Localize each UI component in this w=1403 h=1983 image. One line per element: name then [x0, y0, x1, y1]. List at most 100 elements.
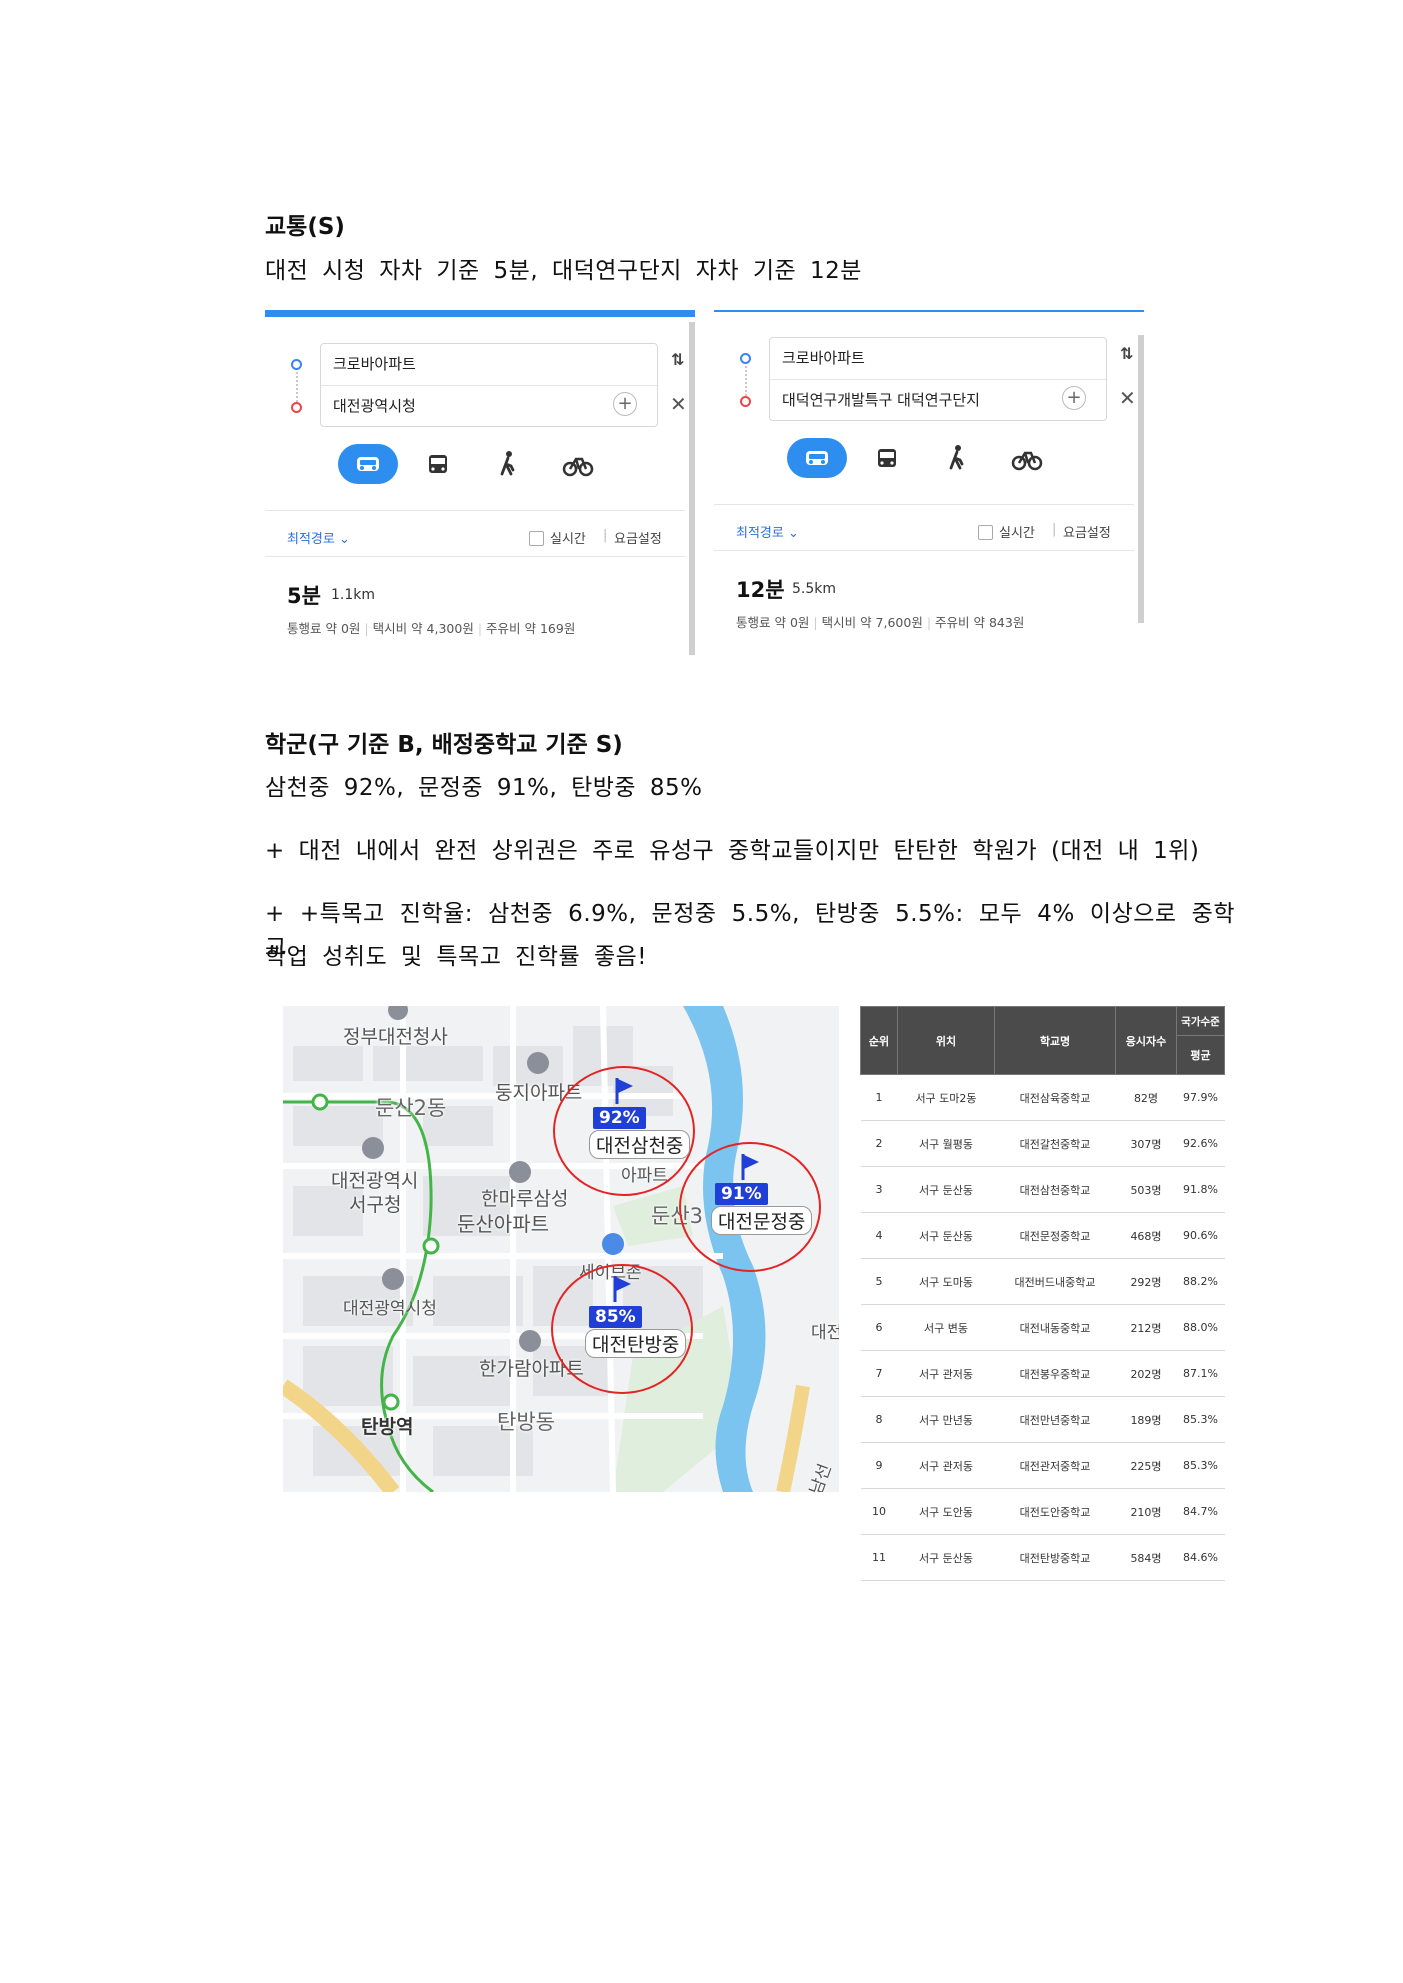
table-cell-school: 대전삼천중학교: [994, 1166, 1116, 1213]
col-avg: 평균: [1176, 1035, 1225, 1075]
table-cell-location: 서구 둔산동: [897, 1212, 995, 1259]
destination-field[interactable]: 대덕연구개발특구 대덕연구단지: [770, 379, 1106, 420]
table-cell-rank: 2: [860, 1120, 898, 1167]
table-cell-avg: 85.3%: [1176, 1442, 1225, 1489]
bike-mode-button[interactable]: [548, 444, 608, 484]
route-input-box: 크로바아파트 대덕연구개발특구 대덕연구단지: [769, 337, 1107, 421]
table-row: 11 서구 둔산동 대전탄방중학교 584명 84.6%: [860, 1534, 1225, 1581]
table-cell-count: 292명: [1115, 1258, 1177, 1305]
walk-mode-button[interactable]: [927, 438, 987, 478]
table-cell-location: 서구 도안동: [897, 1488, 995, 1535]
table-cell-school: 대전내동중학교: [994, 1304, 1116, 1351]
table-cell-rank: 4: [860, 1212, 898, 1259]
school-rate-marker[interactable]: 92%: [593, 1107, 646, 1129]
table-cell-avg: 88.2%: [1176, 1258, 1225, 1305]
bike-icon: [562, 457, 594, 477]
swap-icon[interactable]: ⇅: [1120, 344, 1133, 363]
bus-mode-button[interactable]: [408, 444, 468, 484]
close-icon[interactable]: ✕: [670, 392, 687, 416]
cost-summary: 통행료 약 0원 | 택시비 약 7,600원 | 주유비 약 843원: [736, 615, 1025, 630]
car-mode-button[interactable]: [787, 438, 847, 478]
table-cell-count: 210명: [1115, 1488, 1177, 1535]
table-cell-count: 82명: [1115, 1074, 1177, 1121]
add-waypoint-icon[interactable]: +: [1062, 386, 1086, 410]
table-cell-school: 대전갈천중학교: [994, 1120, 1116, 1167]
fare-setting-button[interactable]: 요금설정: [614, 528, 662, 547]
route-option-dropdown[interactable]: 최적경로 ⌄: [287, 528, 350, 547]
table-cell-location: 서구 관저동: [897, 1350, 995, 1397]
table-cell-avg: 90.6%: [1176, 1212, 1225, 1259]
car-mode-button[interactable]: [338, 444, 398, 484]
table-cell-school: 대전도안중학교: [994, 1488, 1116, 1535]
school-rate-marker[interactable]: 91%: [715, 1183, 768, 1205]
table-cell-avg: 91.8%: [1176, 1166, 1225, 1213]
walk-icon: [949, 445, 964, 470]
table-row: 8 서구 만년동 대전만년중학교 189명 85.3%: [860, 1396, 1225, 1443]
table-row: 5 서구 도마동 대전버드내중학교 292명 88.2%: [860, 1258, 1225, 1305]
table-cell-location: 서구 변동: [897, 1304, 995, 1351]
flag-icon: [741, 1154, 759, 1180]
map-label: 탄방역: [361, 1416, 414, 1438]
realtime-checkbox[interactable]: [978, 525, 993, 540]
fuel-cost: 주유비 약 169원: [486, 621, 576, 636]
add-waypoint-icon[interactable]: +: [613, 392, 637, 416]
table-cell-avg: 97.9%: [1176, 1074, 1225, 1121]
table-cell-avg: 84.6%: [1176, 1534, 1225, 1581]
table-row: 9 서구 관저동 대전관저중학교 225명 85.3%: [860, 1442, 1225, 1489]
table-cell-rank: 10: [860, 1488, 898, 1535]
table-cell-count: 503명: [1115, 1166, 1177, 1213]
fuel-cost: 주유비 약 843원: [935, 615, 1025, 630]
realtime-label: 실시간: [999, 526, 1035, 541]
swap-icon[interactable]: ⇅: [671, 350, 684, 369]
table-row: 10 서구 도안동 대전도안중학교 210명 84.7%: [860, 1488, 1225, 1535]
table-cell-rank: 8: [860, 1396, 898, 1443]
map-label: 대전광역시청: [343, 1299, 437, 1319]
school-ranking-table: 순위 위치 학교명 응시자수 국가수준 평균 1 서구 도마2동 대전삼육중학교 82…: [860, 1006, 1225, 1581]
table-cell-location: 서구 관저동: [897, 1442, 995, 1489]
route-option-dropdown[interactable]: 최적경로 ⌄: [736, 522, 799, 541]
walk-icon: [500, 451, 515, 476]
origin-dot-icon: [291, 359, 302, 370]
map-label: 서구청: [349, 1194, 402, 1216]
destination-field[interactable]: 대전광역시청: [321, 385, 657, 426]
car-icon: [806, 451, 828, 465]
school-rate-marker[interactable]: 85%: [589, 1306, 642, 1328]
bus-mode-button[interactable]: [857, 438, 917, 478]
table-cell-rank: 11: [860, 1534, 898, 1581]
origin-field[interactable]: 크로바아파트: [321, 344, 657, 384]
table-cell-count: 468명: [1115, 1212, 1177, 1259]
realtime-checkbox[interactable]: [529, 531, 544, 546]
table-cell-rank: 9: [860, 1442, 898, 1489]
table-row: 4 서구 둔산동 대전문정중학교 468명 90.6%: [860, 1212, 1225, 1259]
school-note-academy: + 대전 내에서 완전 상위권은 주로 유성구 중학교들이지만 탄탄한 학원가 …: [265, 838, 1200, 864]
school-name-marker[interactable]: 대전탄방중: [585, 1329, 687, 1358]
scrollbar[interactable]: [1138, 335, 1144, 623]
cost-summary: 통행료 약 0원 | 택시비 약 4,300원 | 주유비 약 169원: [287, 621, 576, 636]
map-label: 둔산아파트: [457, 1212, 549, 1236]
table-cell-location: 서구 도마2동: [897, 1074, 995, 1121]
table-cell-school: 대전관저중학교: [994, 1442, 1116, 1489]
realtime-label: 실시간: [550, 532, 586, 547]
fare-setting-button[interactable]: 요금설정: [1063, 522, 1111, 541]
scrollbar[interactable]: [689, 322, 695, 655]
table-cell-count: 189명: [1115, 1396, 1177, 1443]
school-map[interactable]: 정부대전청사 둥지아파트 둔산2동 대전광역시 서구청 한마루삼성 둔산아파트 …: [283, 1006, 839, 1492]
route-panel-daedeok: 크로바아파트 대덕연구개발특구 대덕연구단지 + ⇅ ✕ 최적경로 ⌄ 실시간 …: [714, 310, 1144, 655]
table-cell-location: 서구 만년동: [897, 1396, 995, 1443]
table-cell-count: 212명: [1115, 1304, 1177, 1351]
walk-mode-button[interactable]: [478, 444, 538, 484]
destination-dot-icon: [740, 396, 751, 407]
school-name-marker[interactable]: 대전삼천중: [589, 1130, 691, 1159]
table-cell-school: 대전문정중학교: [994, 1212, 1116, 1259]
close-icon[interactable]: ✕: [1119, 386, 1136, 410]
bike-mode-button[interactable]: [997, 438, 1057, 478]
travel-time: 12분: [736, 578, 785, 602]
map-label: 대전: [811, 1323, 839, 1343]
school-name-marker[interactable]: 대전문정중: [711, 1206, 813, 1235]
destination-dot-icon: [291, 402, 302, 413]
table-cell-rank: 7: [860, 1350, 898, 1397]
origin-field[interactable]: 크로바아파트: [770, 338, 1106, 378]
table-cell-avg: 84.7%: [1176, 1488, 1225, 1535]
table-cell-rank: 3: [860, 1166, 898, 1213]
table-row: 3 서구 둔산동 대전삼천중학교 503명 91.8%: [860, 1166, 1225, 1213]
